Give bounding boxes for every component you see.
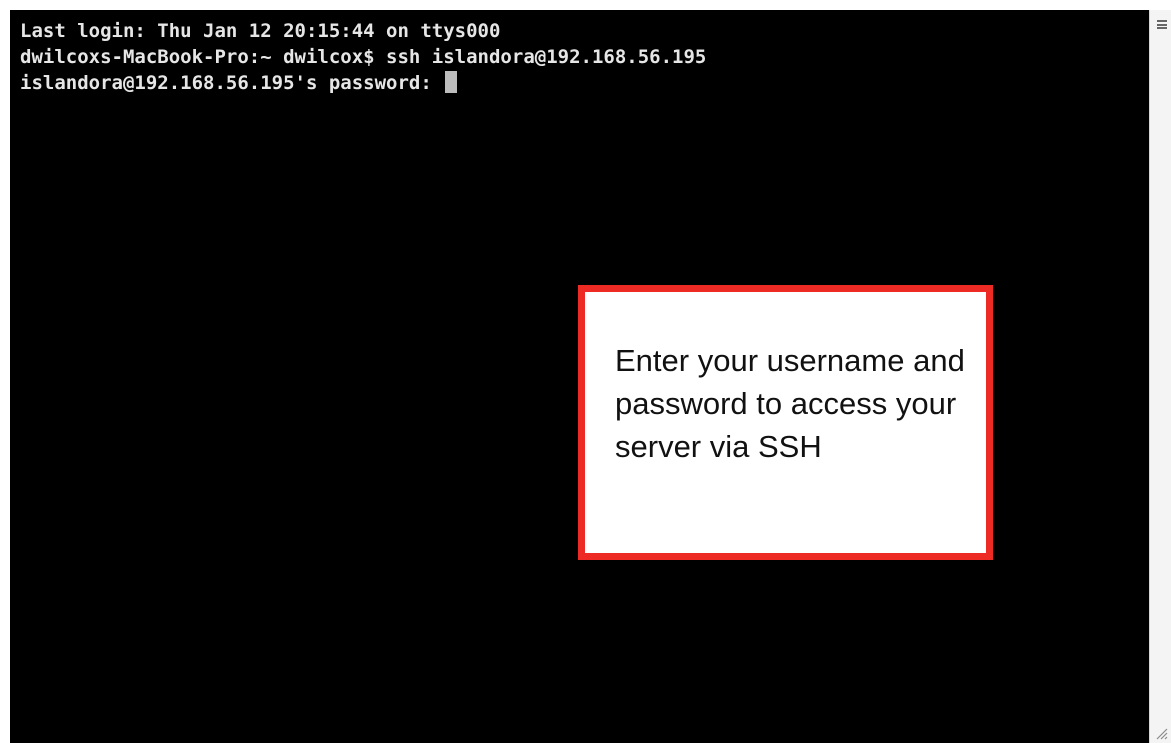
terminal-window: Last login: Thu Jan 12 20:15:44 on ttys0… [0, 0, 1171, 743]
terminal-line-last-login: Last login: Thu Jan 12 20:15:44 on ttys0… [20, 20, 501, 42]
password-prompt-text: islandora@192.168.56.195's password: [20, 72, 444, 94]
text-cursor [445, 71, 458, 93]
instruction-callout: Enter your username and password to acce… [578, 285, 993, 560]
menu-icon[interactable] [1157, 20, 1167, 29]
vertical-scrollbar[interactable] [1149, 10, 1171, 743]
terminal-output: Last login: Thu Jan 12 20:15:44 on ttys0… [20, 18, 706, 96]
resize-grip-icon[interactable] [1154, 726, 1168, 740]
terminal-screen[interactable]: Last login: Thu Jan 12 20:15:44 on ttys0… [10, 10, 1149, 743]
terminal-line-password-prompt[interactable]: islandora@192.168.56.195's password: [20, 70, 706, 96]
instruction-callout-text: Enter your username and password to acce… [615, 343, 965, 464]
terminal-line-ssh-command: dwilcoxs-MacBook-Pro:~ dwilcox$ ssh isla… [20, 46, 707, 68]
